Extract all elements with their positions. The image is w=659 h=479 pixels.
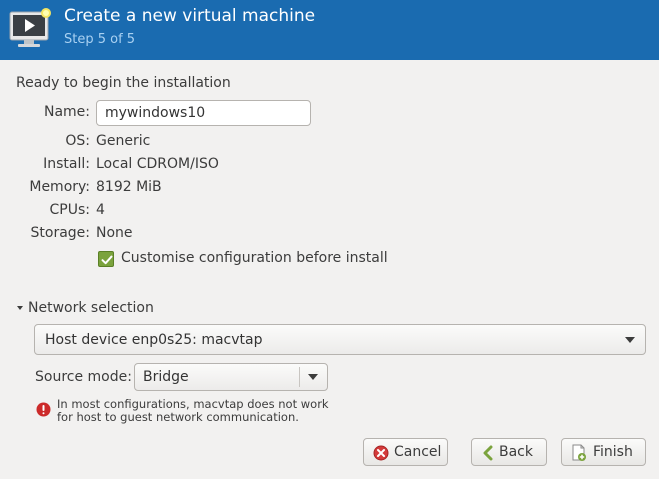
cancel-button[interactable]: Cancel (363, 438, 448, 466)
chevron-down-icon (308, 374, 318, 380)
memory-value: 8192 MiB (96, 179, 162, 195)
network-device-dropdown[interactable]: Host device enp0s25: macvtap (34, 324, 646, 355)
wizard-title: Create a new virtual machine (64, 6, 316, 26)
name-input[interactable] (96, 100, 311, 126)
ready-heading: Ready to begin the installation (16, 75, 231, 91)
back-button-label: Back (499, 444, 533, 460)
checkmark-icon (101, 255, 113, 265)
expander-arrow-icon[interactable] (17, 306, 23, 310)
cancel-icon (373, 445, 389, 461)
wizard-step-indicator: Step 5 of 5 (64, 32, 136, 47)
os-label: OS: (65, 133, 90, 149)
error-icon (36, 402, 51, 417)
customise-checkbox[interactable] (98, 251, 114, 267)
storage-label: Storage: (30, 225, 91, 241)
back-button[interactable]: Back (471, 438, 547, 466)
finish-button[interactable]: Finish (561, 438, 646, 466)
install-value: Local CDROM/ISO (96, 156, 219, 172)
cpus-value: 4 (96, 202, 105, 218)
os-value: Generic (96, 133, 151, 149)
warning-line: for host to guest network communication. (57, 410, 299, 424)
source-mode-dropdown[interactable]: Bridge (134, 363, 328, 391)
source-mode-label: Source mode: (35, 369, 132, 385)
cpus-label: CPUs: (49, 202, 90, 218)
back-arrow-icon (483, 445, 493, 461)
virtual-machine-monitor-icon (9, 8, 51, 47)
network-selection-expander[interactable]: Network selection (28, 300, 154, 316)
name-label: Name: (43, 104, 90, 120)
network-device-value: Host device enp0s25: macvtap (45, 332, 263, 348)
wizard-header: Create a new virtual machine Step 5 of 5 (0, 0, 659, 60)
customise-label[interactable]: Customise configuration before install (121, 250, 388, 266)
storage-value: None (96, 225, 133, 241)
memory-label: Memory: (29, 179, 90, 195)
dropdown-separator (299, 367, 300, 387)
cancel-button-label: Cancel (394, 444, 442, 460)
source-mode-value: Bridge (143, 369, 189, 385)
install-label: Install: (43, 156, 90, 172)
chevron-down-icon (625, 337, 635, 343)
macvtap-warning: In most configurations, macvtap does not… (57, 398, 329, 424)
finish-button-label: Finish (593, 444, 633, 460)
finish-document-icon (572, 444, 586, 461)
